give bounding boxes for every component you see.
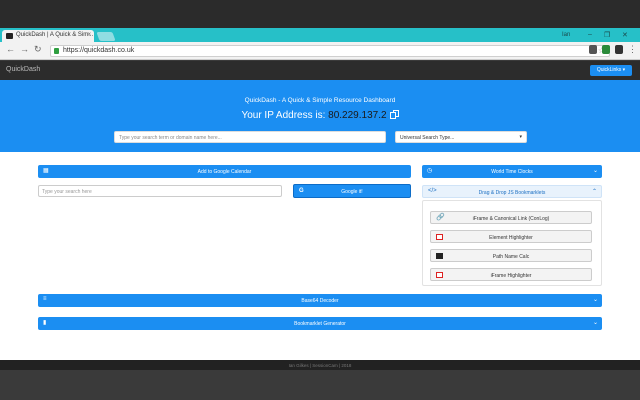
chevron-up-icon: ⌃ (591, 189, 597, 195)
lock-icon (54, 48, 59, 54)
bookmarklet-label: iFrame Highlighter (490, 272, 532, 279)
panel-google-calendar[interactable]: ▦ Add to Google Calendar (38, 165, 411, 178)
calendar-icon: ▦ (43, 168, 49, 174)
brand-logo[interactable]: QuickDash (6, 66, 40, 73)
address-bar[interactable]: https://quickdash.co.uk ☆ (50, 45, 610, 57)
window-top-strip (0, 0, 640, 28)
restore-icon[interactable]: ❐ (604, 31, 610, 39)
extension-icon[interactable] (615, 45, 623, 54)
browser-menu-icon[interactable]: ⋮ (628, 44, 637, 55)
bookmarklet-button[interactable]: Path Name Calc (430, 249, 592, 262)
ip-label: Your IP Address is: (241, 110, 329, 121)
extension-icon[interactable] (589, 45, 597, 54)
bookmarklet-button[interactable]: Element Highlighter (430, 230, 592, 243)
window-close-icon[interactable]: ✕ (622, 31, 628, 39)
page-footer: Ian Gilkes | SessionCam | 2018 (0, 360, 640, 370)
url-text: https://quickdash.co.uk (63, 47, 135, 54)
search-type-select[interactable]: Universal Search Type... ▾ (395, 131, 527, 143)
search-type-value: Universal Search Type... (400, 135, 455, 141)
page-title: QuickDash - A Quick & Simple Resource Da… (244, 97, 396, 104)
chevron-down-icon: ⌄ (592, 320, 598, 326)
extension-icon[interactable] (602, 45, 610, 54)
panel-world-time[interactable]: ◷ World Time Clocks ⌄ (422, 165, 602, 178)
tab-title: QuickDash | A Quick & Sim... (16, 32, 94, 38)
google-search-input[interactable]: Type your search here (38, 185, 282, 197)
panel-title: Bookmarklet Generator (294, 320, 346, 327)
panel-title: Add to Google Calendar (197, 168, 252, 175)
universal-search-input[interactable]: Type your search term or domain name her… (114, 131, 386, 143)
square-icon (436, 271, 443, 278)
bookmarklet-label: Path Name Calc (492, 253, 530, 260)
profile-name[interactable]: Ian (562, 32, 570, 38)
code-icon: </> (428, 188, 437, 194)
panel-bookmarklet-generator[interactable]: ▮ Bookmarklet Generator ⌄ (38, 317, 602, 330)
google-it-button[interactable]: G Google it! (293, 184, 411, 198)
bookmarklet-label: Element Highlighter (489, 234, 533, 241)
forward-icon[interactable]: → (20, 44, 29, 54)
google-it-label: Google it! (341, 189, 363, 195)
chevron-down-icon: ⌄ (592, 297, 598, 303)
app-navbar (0, 61, 640, 80)
square-icon (436, 233, 443, 240)
tab-close-icon[interactable]: × (87, 32, 91, 38)
clock-icon: ◷ (427, 168, 433, 174)
save-icon (436, 252, 443, 259)
browser-tab[interactable]: QuickDash | A Quick & Sim... × (2, 30, 94, 42)
panel-title: Drag & Drop JS Bookmarklets (478, 189, 546, 196)
panel-base64-decoder[interactable]: ≡ Base64 Decoder ⌄ (38, 294, 602, 307)
window-bottom (0, 370, 640, 400)
panel-bookmarklets[interactable]: </> Drag & Drop JS Bookmarklets ⌃ (422, 185, 602, 198)
panel-title: Base64 Decoder (301, 297, 339, 304)
chevron-down-icon: ⌄ (592, 168, 598, 174)
minimize-icon[interactable]: – (588, 31, 592, 38)
reload-icon[interactable]: ↻ (34, 44, 42, 55)
ip-address-line: Your IP Address is: 80.229.137.2 (0, 110, 640, 121)
panel-title: World Time Clocks (491, 168, 533, 175)
link-icon: 🔗 (436, 213, 445, 221)
db-icon: ≡ (43, 296, 47, 302)
bookmarklet-button[interactable]: 🔗 iFrame & Canonical Link (ConLog) (430, 211, 592, 224)
google-icon: G (299, 188, 304, 194)
bookmarklet-label: iFrame & Canonical Link (ConLog) (472, 215, 550, 222)
copy-icon[interactable] (389, 110, 399, 119)
back-icon[interactable]: ← (6, 44, 15, 54)
bookmarklet-button[interactable]: iFrame Highlighter (430, 268, 592, 281)
bookmark-icon: ▮ (43, 320, 47, 326)
quicklinks-button[interactable]: QuickLinks ▾ (590, 65, 632, 76)
tab-bar (0, 28, 640, 42)
chevron-down-icon: ▾ (519, 134, 522, 140)
favicon-icon (6, 33, 13, 39)
new-tab-button[interactable] (96, 32, 116, 41)
ip-value: 80.229.137.2 (328, 110, 387, 121)
